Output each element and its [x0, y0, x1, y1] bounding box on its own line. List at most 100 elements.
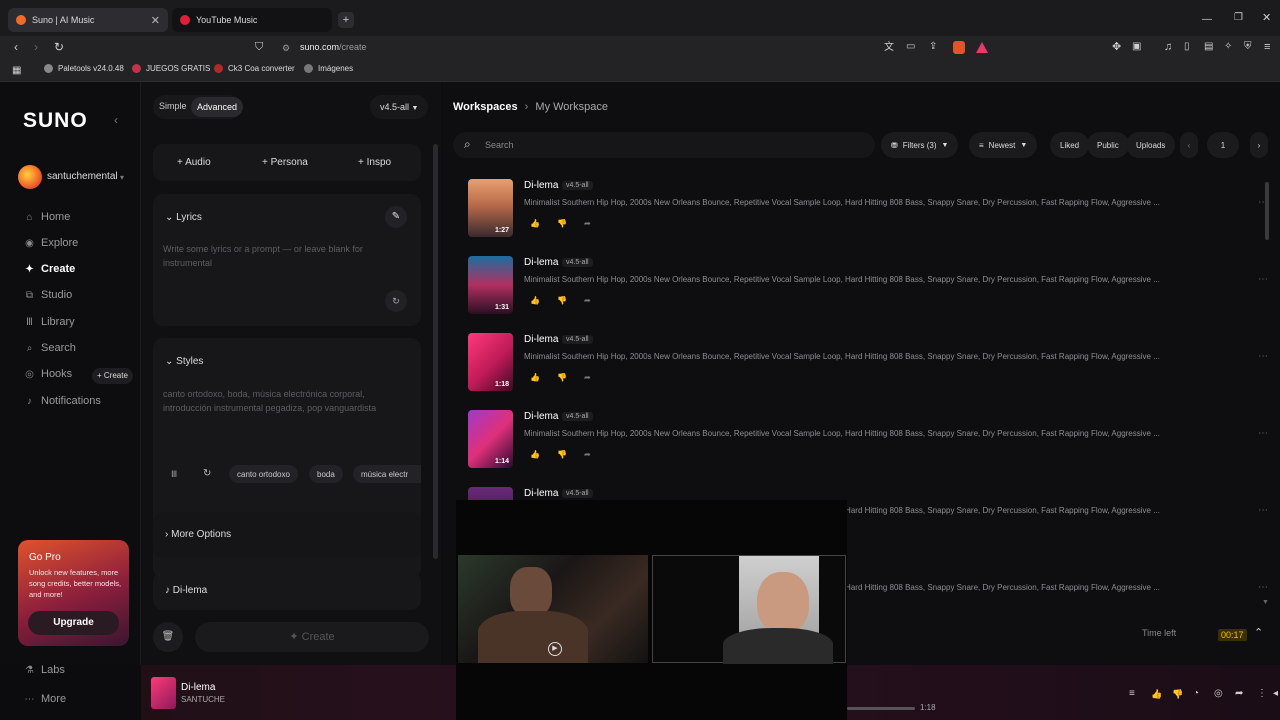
- thumbs-up-icon[interactable]: 👍: [530, 373, 540, 382]
- brave-rewards-icon[interactable]: [976, 42, 988, 53]
- refresh-icon[interactable]: ↻: [385, 290, 407, 312]
- bookmark-imagenes[interactable]: Imágenes: [304, 64, 353, 73]
- share-icon[interactable]: ➦: [1235, 688, 1243, 700]
- scroll-down-icon[interactable]: ▼: [1262, 597, 1269, 609]
- more-options-icon[interactable]: ⋮: [1257, 688, 1267, 700]
- style-chip[interactable]: boda: [309, 465, 343, 483]
- share-icon[interactable]: ➦: [584, 373, 591, 382]
- breadcrumb-my-workspace[interactable]: My Workspace: [535, 101, 608, 113]
- sidebar-item-search[interactable]: ⌕ Search: [24, 342, 76, 354]
- minimize-icon[interactable]: —: [1202, 14, 1212, 26]
- avatar[interactable]: [18, 165, 42, 189]
- hooks-create-button[interactable]: + Create: [92, 368, 133, 384]
- collapse-sidebar-icon[interactable]: ‹: [114, 114, 118, 126]
- thumbs-down-icon[interactable]: 👎: [557, 450, 567, 459]
- share-icon[interactable]: ➦: [584, 219, 591, 228]
- uploads-filter-button[interactable]: Uploads: [1126, 132, 1176, 158]
- restore-icon[interactable]: ❐: [1234, 12, 1243, 24]
- screenshot-icon[interactable]: ▣: [1132, 41, 1141, 53]
- thumbs-down-icon[interactable]: 👎: [557, 219, 567, 228]
- style-chip[interactable]: canto ortodoxo: [229, 465, 298, 483]
- sidebar-item-hooks[interactable]: ◎ Hooks: [24, 368, 72, 380]
- thumbs-up-icon[interactable]: 👍: [530, 450, 540, 459]
- bookmark-icon[interactable]: ⛉: [255, 41, 263, 53]
- apps-grid-icon[interactable]: ▦: [12, 65, 21, 77]
- add-audio-button[interactable]: + Audio: [177, 157, 211, 168]
- more-options-toggle[interactable]: › More Options: [165, 529, 231, 540]
- add-inspo-button[interactable]: + Inspo: [358, 157, 391, 168]
- upgrade-button[interactable]: Upgrade: [28, 611, 119, 635]
- page-number-field[interactable]: 1: [1207, 132, 1239, 158]
- suno-logo[interactable]: SUNO: [23, 109, 88, 133]
- back-icon[interactable]: ‹: [14, 41, 18, 53]
- site-info-icon[interactable]: ⚙: [282, 42, 290, 54]
- song-row[interactable]: 1:31 Di-lema v4.5-all Minimalist Souther…: [468, 250, 1268, 320]
- lyrics-toggle[interactable]: ⌄ Lyrics: [165, 212, 202, 223]
- queue-icon[interactable]: ≡: [1129, 688, 1135, 700]
- more-options-icon[interactable]: ⋯: [1258, 505, 1268, 516]
- volume-icon[interactable]: ◂: [1273, 688, 1278, 700]
- create-button[interactable]: ✦ Create: [195, 622, 429, 652]
- tab-suno[interactable]: Suno | AI Music ✕: [8, 8, 168, 32]
- url-field[interactable]: suno.com/create: [300, 42, 367, 52]
- chevron-down-icon[interactable]: ▾: [120, 172, 124, 184]
- sort-button[interactable]: ≡ Newest ▼: [969, 132, 1038, 158]
- song-title[interactable]: Di-lema: [524, 334, 558, 345]
- close-tab-icon[interactable]: ✕: [151, 14, 160, 27]
- forward-icon[interactable]: ›: [34, 41, 38, 53]
- player-cover[interactable]: [151, 677, 176, 709]
- trash-icon[interactable]: 🗑: [153, 622, 183, 652]
- shuffle-icon[interactable]: ↻: [203, 468, 211, 480]
- style-chip[interactable]: música electr: [353, 465, 421, 483]
- sidebar-item-labs[interactable]: ⚗ Labs: [24, 664, 65, 676]
- reload-icon[interactable]: ↻: [54, 41, 64, 53]
- music-icon[interactable]: ♫: [1164, 41, 1172, 53]
- sidebar-item-library[interactable]: Ⅲ Library: [24, 316, 75, 328]
- sidebar-item-home[interactable]: ⌂ Home: [24, 211, 70, 223]
- extensions-icon[interactable]: ✥: [1112, 41, 1121, 53]
- sidebar-item-studio[interactable]: ⧉ Studio: [24, 289, 72, 301]
- filters-button[interactable]: ⛃ Filters (3) ▼: [881, 132, 959, 158]
- cast-icon[interactable]: ▭: [906, 41, 915, 53]
- search-input[interactable]: ⌕ Search: [453, 132, 875, 158]
- leo-ai-icon[interactable]: ✧: [1224, 41, 1232, 53]
- more-options-icon[interactable]: ⋯: [1258, 351, 1268, 362]
- menu-icon[interactable]: ≡: [1264, 41, 1270, 53]
- progress-bar[interactable]: [847, 707, 915, 710]
- add-persona-button[interactable]: + Persona: [262, 157, 308, 168]
- liked-filter-button[interactable]: Liked: [1050, 132, 1090, 158]
- bookmark-ck3-coa[interactable]: Ck3 Coa converter: [214, 64, 295, 73]
- chevron-up-icon[interactable]: ⌃: [1254, 627, 1263, 639]
- more-options-icon[interactable]: ⋯: [1258, 428, 1268, 439]
- thumbs-up-icon[interactable]: 👍: [1151, 688, 1162, 700]
- vpn-icon[interactable]: ⛨: [1244, 41, 1252, 53]
- song-cover[interactable]: 1:18: [468, 333, 513, 391]
- share-icon[interactable]: ⇪: [929, 41, 937, 53]
- mode-advanced-tab[interactable]: Advanced: [191, 97, 244, 117]
- bookmark-juegos-gratis[interactable]: JUEGOS GRATIS: [132, 64, 210, 73]
- prev-page-icon[interactable]: ‹: [1180, 132, 1198, 158]
- sidebar-item-create[interactable]: ✦ Create: [24, 263, 75, 275]
- list-scrollbar[interactable]: [1265, 182, 1269, 240]
- song-title-field[interactable]: ♪ Di-lema: [165, 585, 207, 596]
- song-title-card[interactable]: ♪ Di-lema: [153, 572, 421, 610]
- public-filter-button[interactable]: Public: [1087, 132, 1129, 158]
- magic-wand-icon[interactable]: ✎: [385, 206, 407, 228]
- thumbs-down-icon[interactable]: 👎: [557, 296, 567, 305]
- username[interactable]: santuchemental: [47, 171, 118, 182]
- translate-icon[interactable]: 文: [884, 42, 894, 54]
- tab-youtube-music[interactable]: YouTube Music: [172, 8, 332, 32]
- sidebar-item-explore[interactable]: ◉ Explore: [24, 237, 78, 249]
- wallet-icon[interactable]: ▤: [1204, 41, 1213, 53]
- more-options-icon[interactable]: ⋯: [1258, 582, 1268, 593]
- play-icon[interactable]: ▶: [548, 642, 562, 656]
- song-title[interactable]: Di-lema: [524, 257, 558, 268]
- thumbs-down-icon[interactable]: 👎: [1172, 688, 1183, 700]
- brave-shield-icon[interactable]: [953, 41, 965, 54]
- lyrics-textarea[interactable]: Write some lyrics or a prompt — or leave…: [163, 242, 378, 270]
- song-cover[interactable]: 1:31: [468, 256, 513, 314]
- song-row[interactable]: 1:14 Di-lema v4.5-all Minimalist Souther…: [468, 404, 1268, 474]
- form-scrollbar[interactable]: [433, 144, 438, 559]
- chat-icon[interactable]: ◎: [1214, 688, 1223, 700]
- model-select[interactable]: v4.5-all ▼: [370, 95, 428, 119]
